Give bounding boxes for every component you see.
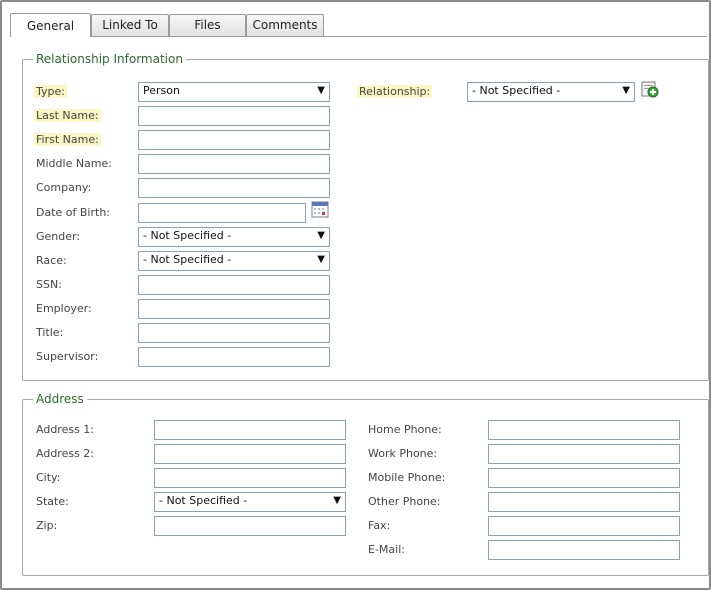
- last-name-label: Last Name:: [34, 109, 101, 122]
- gender-label: Gender:: [36, 230, 81, 243]
- work-phone-label: Work Phone:: [368, 447, 438, 460]
- ssn-input[interactable]: [138, 275, 330, 295]
- employer-label: Employer:: [36, 302, 92, 315]
- date-of-birth-label: Date of Birth:: [36, 206, 111, 219]
- calendar-button[interactable]: [311, 200, 329, 218]
- middle-name-input[interactable]: [138, 154, 330, 174]
- address-legend: Address: [36, 392, 84, 406]
- address2-input[interactable]: [154, 444, 346, 464]
- city-input[interactable]: [154, 468, 346, 488]
- company-input[interactable]: [138, 178, 330, 198]
- relationship-information-legend: Relationship Information: [36, 52, 183, 66]
- type-select-value: Person: [143, 84, 180, 97]
- fax-label: Fax:: [368, 519, 391, 532]
- race-select[interactable]: - Not Specified - ▼: [138, 251, 330, 271]
- ssn-label: SSN:: [36, 278, 62, 291]
- address1-input[interactable]: [154, 420, 346, 440]
- chevron-down-icon: ▼: [317, 85, 325, 96]
- company-label: Company:: [36, 181, 92, 194]
- chevron-down-icon: ▼: [622, 85, 630, 96]
- first-name-input[interactable]: [138, 130, 330, 150]
- other-phone-label: Other Phone:: [368, 495, 441, 508]
- address1-label: Address 1:: [36, 423, 95, 436]
- other-phone-input[interactable]: [488, 492, 680, 512]
- zip-label: Zip:: [36, 519, 58, 532]
- gender-select[interactable]: - Not Specified - ▼: [138, 227, 330, 247]
- city-label: City:: [36, 471, 61, 484]
- work-phone-input[interactable]: [488, 444, 680, 464]
- address2-label: Address 2:: [36, 447, 95, 460]
- tab-files[interactable]: Files: [169, 14, 246, 36]
- employer-input[interactable]: [138, 299, 330, 319]
- title-input[interactable]: [138, 323, 330, 343]
- add-green-plus-icon: [641, 81, 659, 98]
- first-name-label: First Name:: [34, 133, 101, 146]
- chevron-down-icon: ▼: [333, 495, 341, 506]
- chevron-down-icon: ▼: [317, 230, 325, 241]
- tab-general[interactable]: General: [10, 13, 91, 37]
- type-label: Type:: [34, 85, 67, 98]
- email-input[interactable]: [488, 540, 680, 560]
- mobile-phone-label: Mobile Phone:: [368, 471, 446, 484]
- add-relationship-button[interactable]: [641, 81, 659, 99]
- relationship-label: Relationship:: [357, 85, 433, 98]
- middle-name-label: Middle Name:: [36, 157, 112, 170]
- supervisor-label: Supervisor:: [36, 350, 99, 363]
- fax-input[interactable]: [488, 516, 680, 536]
- relationship-select-value: - Not Specified -: [472, 84, 561, 97]
- supervisor-input[interactable]: [138, 347, 330, 367]
- tab-linked-to[interactable]: Linked To: [91, 14, 169, 36]
- chevron-down-icon: ▼: [317, 254, 325, 265]
- relationship-select[interactable]: - Not Specified - ▼: [467, 82, 635, 102]
- home-phone-label: Home Phone:: [368, 423, 442, 436]
- email-label: E-Mail:: [368, 543, 405, 556]
- date-of-birth-input[interactable]: [138, 203, 306, 223]
- tab-divider: [10, 36, 707, 37]
- title-label: Title:: [36, 326, 64, 339]
- state-select-value: - Not Specified -: [159, 494, 248, 507]
- calendar-icon: [311, 201, 329, 218]
- mobile-phone-input[interactable]: [488, 468, 680, 488]
- tab-comments[interactable]: Comments: [246, 14, 324, 36]
- state-select[interactable]: - Not Specified - ▼: [154, 492, 346, 512]
- type-select[interactable]: Person ▼: [138, 82, 330, 102]
- state-label: State:: [36, 495, 69, 508]
- race-select-value: - Not Specified -: [143, 253, 232, 266]
- home-phone-input[interactable]: [488, 420, 680, 440]
- gender-select-value: - Not Specified -: [143, 229, 232, 242]
- last-name-input[interactable]: [138, 106, 330, 126]
- zip-input[interactable]: [154, 516, 346, 536]
- race-label: Race:: [36, 254, 67, 267]
